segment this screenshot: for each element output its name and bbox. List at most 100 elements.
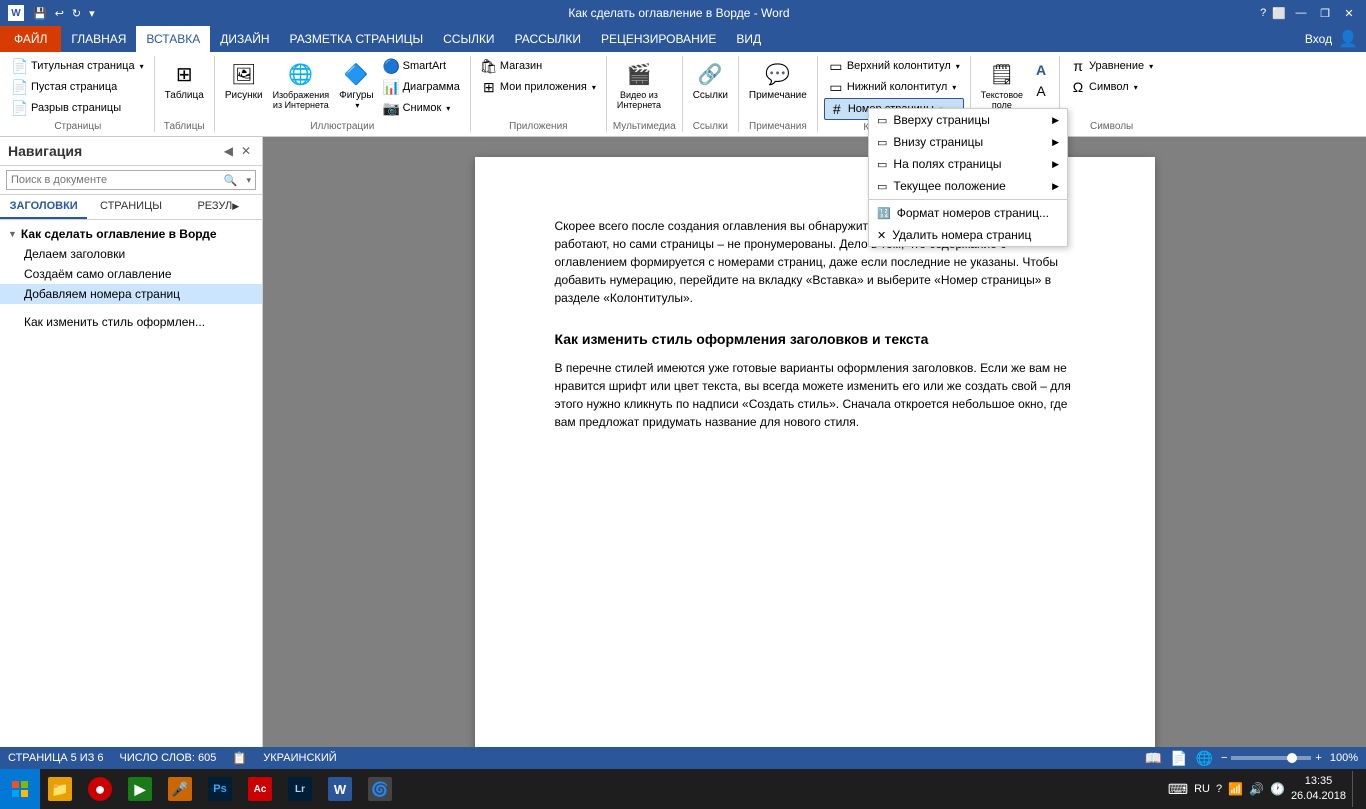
view-read-btn[interactable]: 📖 [1145, 750, 1162, 767]
group-pages: 📄 Титульная страница ▾ 📄 Пустая страница… [4, 56, 155, 132]
photoshop-icon: Ps [208, 777, 232, 801]
redo-btn[interactable]: ↻ [69, 6, 84, 21]
menu-item-top[interactable]: ▭ Вверху страницы ▶ [869, 109, 1067, 131]
table-icon: ⊞ [168, 58, 200, 90]
table-btn[interactable]: ⊞ Таблица [161, 56, 208, 103]
nav-close-btns: ◀ ✕ [221, 143, 254, 159]
taskbar-app-acrobat[interactable]: Ac [240, 769, 280, 809]
zoom-track[interactable] [1231, 756, 1311, 760]
document-area[interactable]: Скорее всего после создания оглавления в… [263, 137, 1366, 747]
zoom-level[interactable]: 100% [1330, 752, 1358, 764]
tab-view[interactable]: ВИД [726, 26, 771, 52]
volume-icon[interactable]: 🔊 [1249, 782, 1264, 796]
nav-item-3[interactable]: Добавляем номера страниц [0, 284, 262, 304]
zoom-plus-btn[interactable]: + [1315, 752, 1321, 764]
nav-search-btn[interactable]: 🔍 [219, 172, 243, 189]
help-btn[interactable]: ? [1260, 7, 1266, 19]
zoom-thumb[interactable] [1287, 753, 1297, 763]
my-apps-btn[interactable]: ⊞ Мои приложения ▾ [477, 77, 600, 97]
taskbar-app-word[interactable]: W [320, 769, 360, 809]
minimize-btn[interactable]: — [1292, 4, 1310, 22]
undo-btn[interactable]: ↩ [52, 6, 67, 21]
network-icon[interactable]: 📶 [1228, 782, 1243, 796]
equation-btn[interactable]: π Уравнение ▾ [1066, 56, 1157, 76]
close-btn[interactable]: ✕ [1340, 4, 1358, 22]
tab-page-layout[interactable]: РАЗМЕТКА СТРАНИЦЫ [280, 26, 434, 52]
tab-home[interactable]: ГЛАВНАЯ [61, 26, 136, 52]
comment-btn[interactable]: 💬 Примечание [745, 56, 811, 103]
tab-review[interactable]: РЕЦЕНЗИРОВАНИЕ [591, 26, 726, 52]
nav-tab-pages[interactable]: СТРАНИЦЫ [87, 195, 174, 219]
nav-tab-headings[interactable]: ЗАГОЛОВКИ [0, 195, 87, 219]
nav-item-0[interactable]: ▼ Как сделать оглавление в Ворде [0, 224, 262, 244]
taskbar-app-audio[interactable]: 🎤 [160, 769, 200, 809]
ribbon-display-btn[interactable]: ⬜ [1272, 7, 1286, 20]
smartart-btn[interactable]: 🔵 SmartArt [380, 56, 464, 76]
tab-design[interactable]: ДИЗАЙН [210, 26, 279, 52]
customize-qat-btn[interactable]: ▾ [86, 6, 98, 21]
nav-close-btn[interactable]: ✕ [238, 143, 254, 159]
taskbar-app-lightroom[interactable]: Lr [280, 769, 320, 809]
tab-references[interactable]: ССЫЛКИ [433, 26, 504, 52]
wordart-btn[interactable]: A [1029, 60, 1053, 80]
blank-page-btn[interactable]: 📄 Пустая страница [8, 77, 148, 97]
track-changes-icon[interactable]: 📋 [232, 751, 247, 765]
menu-item-margin[interactable]: ▭ На полях страницы ▶ [869, 153, 1067, 175]
zoom-minus-btn[interactable]: − [1221, 752, 1227, 764]
tables-label: Таблицы [161, 119, 208, 132]
language-btn[interactable]: RU [1194, 783, 1210, 795]
view-web-btn[interactable]: 🌐 [1196, 750, 1213, 767]
shapes-btn[interactable]: 🔷 Фигуры ▾ [335, 56, 377, 112]
menu-item-format[interactable]: 🔢 Формат номеров страниц... [869, 202, 1067, 224]
signin-btn[interactable]: Вход [1305, 32, 1332, 46]
tab-insert[interactable]: ВСТАВКА [136, 26, 210, 52]
symbol-btn[interactable]: Ω Символ ▾ [1066, 77, 1157, 97]
nav-item-2[interactable]: Создаём само оглавление [0, 264, 262, 284]
taskbar-start-btn[interactable] [0, 769, 40, 809]
footer-btn[interactable]: ▭ Нижний колонтитул ▾ [824, 77, 964, 97]
help-taskbar-btn[interactable]: ? [1216, 783, 1222, 795]
nav-item-1[interactable]: Делаем заголовки [0, 244, 262, 264]
nav-search-dropdown-btn[interactable]: ▾ [242, 173, 255, 188]
taskbar-app-photoshop[interactable]: Ps [200, 769, 240, 809]
save-btn[interactable]: 💾 [30, 6, 50, 21]
menu-item-remove[interactable]: ✕ Удалить номера страниц [869, 224, 1067, 246]
tab-file[interactable]: ФАЙЛ [0, 26, 61, 52]
nav-pin-btn[interactable]: ◀ [221, 143, 236, 159]
nav-item-4[interactable]: Как изменить стиль оформлен... [0, 312, 262, 332]
language[interactable]: УКРАИНСКИЙ [263, 752, 336, 764]
taskbar-app-media[interactable]: ▶ [120, 769, 160, 809]
links-btn[interactable]: 🔗 Ссылки [689, 56, 732, 103]
nav-search: 🔍 ▾ [0, 166, 262, 195]
header-btn[interactable]: ▭ Верхний колонтитул ▾ [824, 56, 964, 76]
clock-icon[interactable]: 🕐 [1270, 782, 1285, 796]
online-pictures-btn[interactable]: 🌐 Изображенияиз Интернета [269, 56, 334, 112]
chart-btn[interactable]: 📊 Диаграмма [380, 77, 464, 97]
status-right: 📖 📄 🌐 − + 100% [1145, 750, 1358, 767]
menu-item-bottom[interactable]: ▭ Внизу страницы ▶ [869, 131, 1067, 153]
taskbar-app-swirl[interactable]: 🌀 [360, 769, 400, 809]
pictures-btn[interactable]: 🖼 Рисунки [221, 56, 267, 103]
taskbar-app-explorer[interactable]: 📁 [40, 769, 80, 809]
nav-tab-results[interactable]: РЕЗУЛ ▶ [175, 195, 262, 219]
title-page-btn[interactable]: 📄 Титульная страница ▾ [8, 56, 148, 76]
user-icon[interactable]: 👤 [1338, 29, 1358, 49]
show-desktop-btn[interactable] [1352, 771, 1358, 807]
textbox-icon: 🗒 [986, 58, 1018, 90]
symbols-label: Символы [1066, 119, 1157, 132]
online-video-btn[interactable]: 🎬 Видео изИнтернета [613, 56, 665, 112]
keyboard-icon[interactable]: ⌨ [1168, 781, 1188, 798]
store-btn[interactable]: 🛍 Магазин [477, 56, 600, 76]
zoom-slider[interactable]: − + [1221, 752, 1322, 764]
page-break-btn[interactable]: 📄 Разрыв страницы [8, 98, 148, 118]
nav-search-input[interactable] [7, 171, 219, 189]
nav-title: Навигация [8, 143, 82, 159]
dropcap-btn[interactable]: A [1029, 81, 1053, 101]
taskbar-app-red[interactable]: ● [80, 769, 120, 809]
tab-mailings[interactable]: РАССЫЛКИ [505, 26, 591, 52]
nav-tree: ▼ Как сделать оглавление в Ворде Делаем … [0, 220, 262, 747]
view-print-btn[interactable]: 📄 [1170, 750, 1187, 767]
screenshot-btn[interactable]: 📷 Снимок ▾ [380, 98, 464, 118]
menu-item-current[interactable]: ▭ Текущее положение ▶ [869, 175, 1067, 197]
restore-btn[interactable]: ❐ [1316, 4, 1334, 22]
